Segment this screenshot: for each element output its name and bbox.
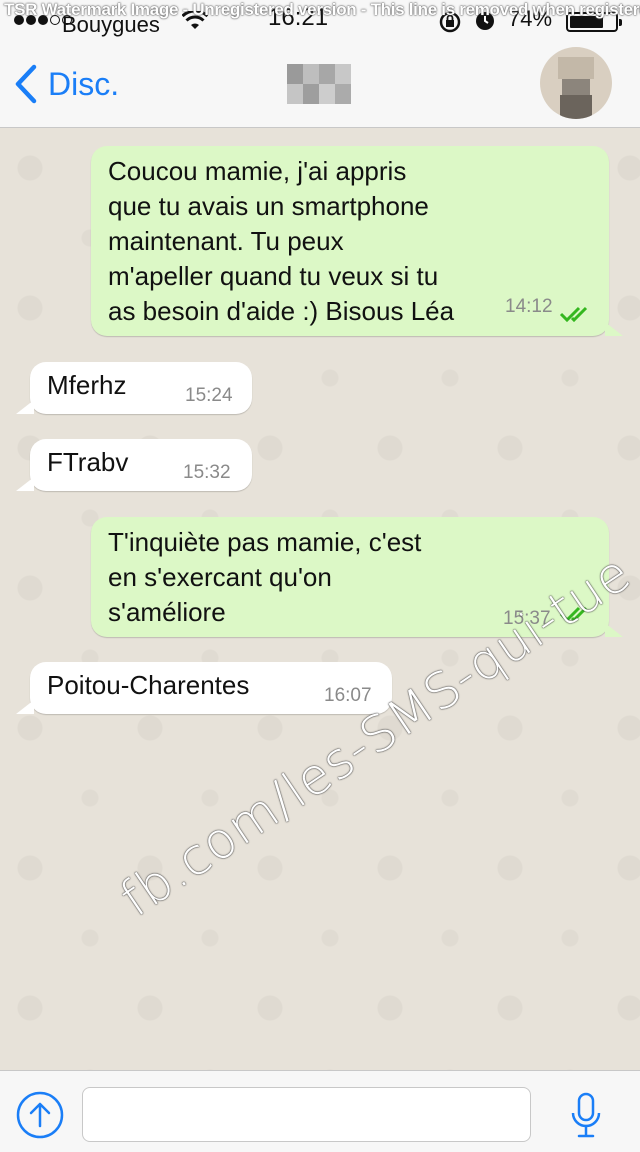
navigation-bar: Disc. bbox=[0, 40, 640, 128]
avatar[interactable] bbox=[540, 47, 612, 119]
message-bubble-incoming[interactable]: FTrabv 15:32 bbox=[16, 439, 252, 491]
contact-name-blurred[interactable] bbox=[287, 64, 351, 104]
microphone-button[interactable] bbox=[566, 1091, 606, 1141]
attach-button[interactable] bbox=[16, 1091, 64, 1139]
message-time: 14:12 bbox=[505, 296, 553, 317]
chevron-left-icon bbox=[15, 64, 37, 104]
message-bubble-incoming[interactable]: Mferhz 15:24 bbox=[16, 362, 252, 414]
message-text: Mferhz bbox=[47, 370, 127, 400]
message-time: 15:32 bbox=[183, 462, 231, 483]
message-text: FTrabv bbox=[47, 447, 129, 477]
upload-arrow-icon bbox=[16, 1091, 64, 1139]
back-label: Disc. bbox=[48, 65, 120, 102]
chat-area: Coucou mamie, j'ai appris que tu avais u… bbox=[0, 128, 640, 1070]
read-receipt-icon bbox=[559, 306, 588, 323]
input-bar bbox=[0, 1070, 640, 1152]
message-bubble-incoming[interactable]: Poitou-Charentes 16:07 bbox=[16, 662, 392, 714]
microphone-icon bbox=[571, 1092, 601, 1138]
message-text: Coucou mamie, j'ai appris que tu avais u… bbox=[108, 156, 455, 326]
message-input[interactable] bbox=[82, 1087, 531, 1142]
message-text: T'inquiète pas mamie, c'est en s'exercan… bbox=[108, 527, 422, 627]
back-button[interactable]: Disc. bbox=[14, 64, 119, 104]
registration-watermark: TSR Watermark Image - Unregistered versi… bbox=[4, 0, 640, 19]
message-bubble-outgoing[interactable]: Coucou mamie, j'ai appris que tu avais u… bbox=[91, 146, 623, 336]
message-time: 15:24 bbox=[185, 385, 233, 406]
message-text: Poitou-Charentes bbox=[47, 670, 250, 700]
